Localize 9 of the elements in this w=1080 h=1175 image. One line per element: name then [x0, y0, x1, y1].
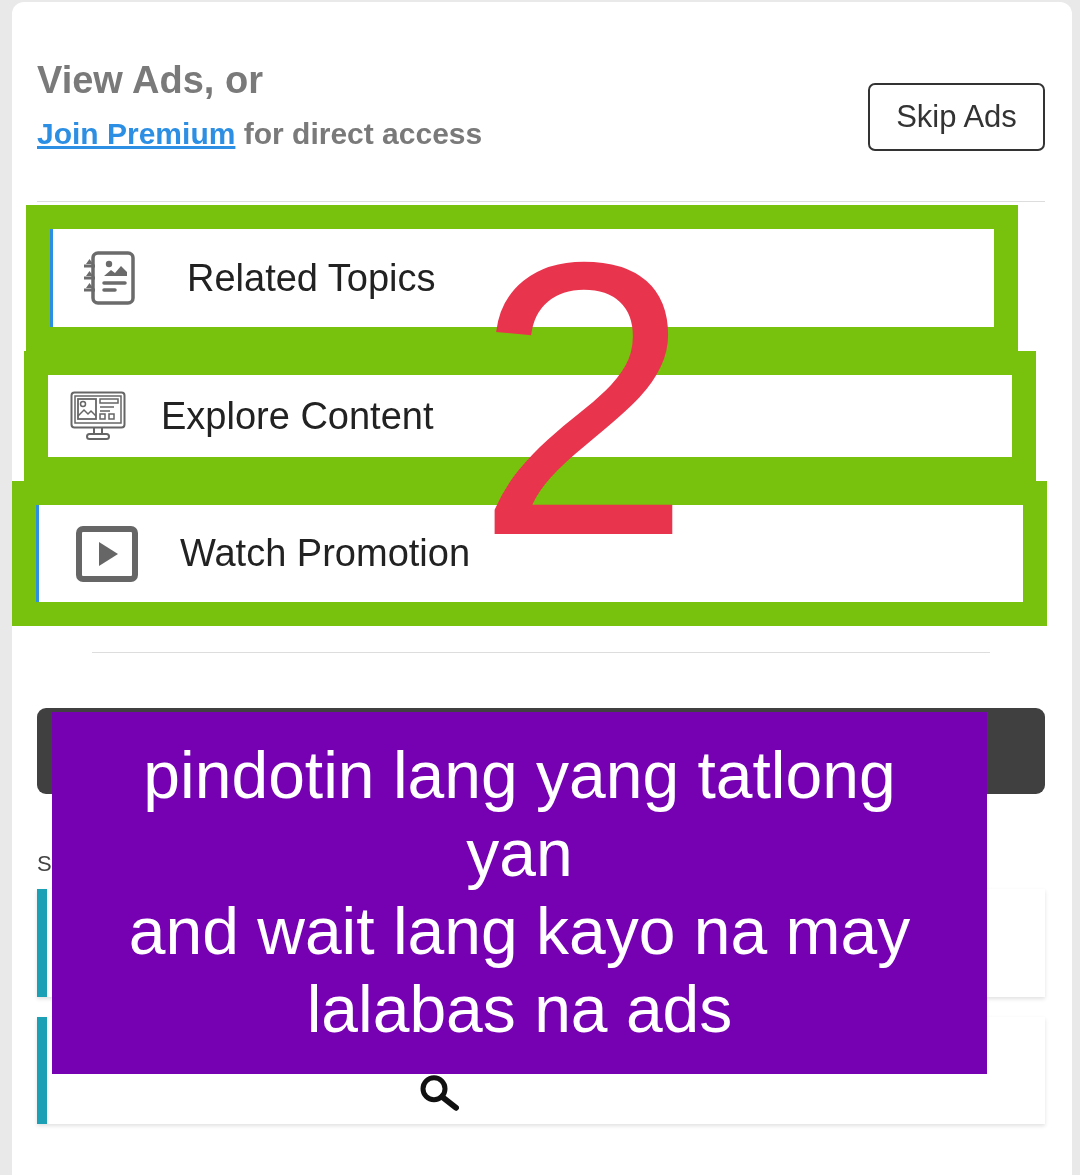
subtitle-text: Join Premium for direct access	[37, 116, 483, 152]
search-icon	[420, 1074, 459, 1111]
monitor-icon	[70, 391, 126, 441]
caption-text: and wait lang kayo na may lalabas na ads	[127, 893, 912, 1048]
notebook-icon	[83, 251, 135, 305]
section-heading: S	[37, 850, 52, 878]
play-icon	[76, 525, 138, 582]
skip-ads-button[interactable]: Skip Ads	[868, 83, 1045, 151]
heading-text: View Ads, or	[37, 58, 264, 103]
